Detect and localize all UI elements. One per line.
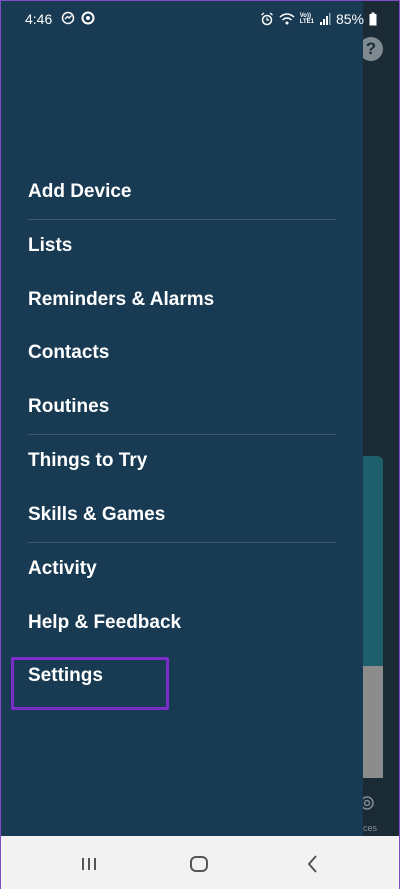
menu-item-label: Help & Feedback (28, 611, 182, 633)
menu-item-label: Settings (28, 665, 103, 687)
status-icons-left (61, 11, 95, 25)
menu-item-label: Skills & Games (28, 503, 166, 525)
status-icons-right: Vo)) LTE1 85% (260, 11, 377, 27)
menu-item-routines[interactable]: Routines (1, 380, 363, 434)
alarm-icon (260, 12, 273, 26)
volte-line2: LTE1 (299, 19, 314, 25)
menu-item-help-feedback[interactable]: Help & Feedback (1, 596, 363, 650)
battery-percentage: 85% (335, 11, 364, 27)
sync-icon (61, 11, 75, 25)
menu-item-label: Activity (28, 558, 97, 580)
status-bar: 4:46 Vo)) LTE1 85% (1, 1, 399, 35)
menu-item-lists[interactable]: Lists (1, 220, 363, 274)
menu-item-things-to-try[interactable]: Things to Try (1, 435, 363, 489)
menu-item-contacts[interactable]: Contacts (1, 327, 363, 381)
menu-item-label: Things to Try (28, 450, 148, 472)
recent-apps-icon[interactable] (77, 852, 101, 876)
menu-item-label: Lists (28, 235, 73, 257)
menu-item-activity[interactable]: Activity (1, 543, 363, 597)
menu-item-reminders-alarms[interactable]: Reminders & Alarms (1, 273, 363, 327)
system-navigation-bar (1, 836, 399, 889)
battery-icon (369, 12, 377, 26)
home-icon[interactable] (187, 852, 211, 876)
back-icon[interactable] (301, 852, 325, 876)
background-card (363, 456, 383, 666)
menu-item-label: Contacts (28, 342, 110, 364)
background-card-gray (363, 666, 383, 778)
devices-label: ces (363, 823, 378, 833)
status-time: 4:46 (25, 11, 53, 27)
menu-item-label: Routines (28, 395, 110, 417)
wifi-icon (279, 13, 295, 25)
menu-item-skills-games[interactable]: Skills & Games (1, 488, 363, 542)
menu-item-add-device[interactable]: Add Device (1, 165, 363, 219)
menu-item-label: Add Device (28, 180, 132, 202)
menu-item-settings[interactable]: Settings (1, 650, 363, 704)
settings-gear-icon (81, 11, 95, 25)
menu-item-label: Reminders & Alarms (28, 288, 215, 310)
volte-icon: Vo)) LTE1 (300, 13, 314, 25)
signal-icon (319, 13, 331, 25)
drawer-menu: Add Device Lists Reminders & Alarms Contact… (1, 165, 363, 703)
